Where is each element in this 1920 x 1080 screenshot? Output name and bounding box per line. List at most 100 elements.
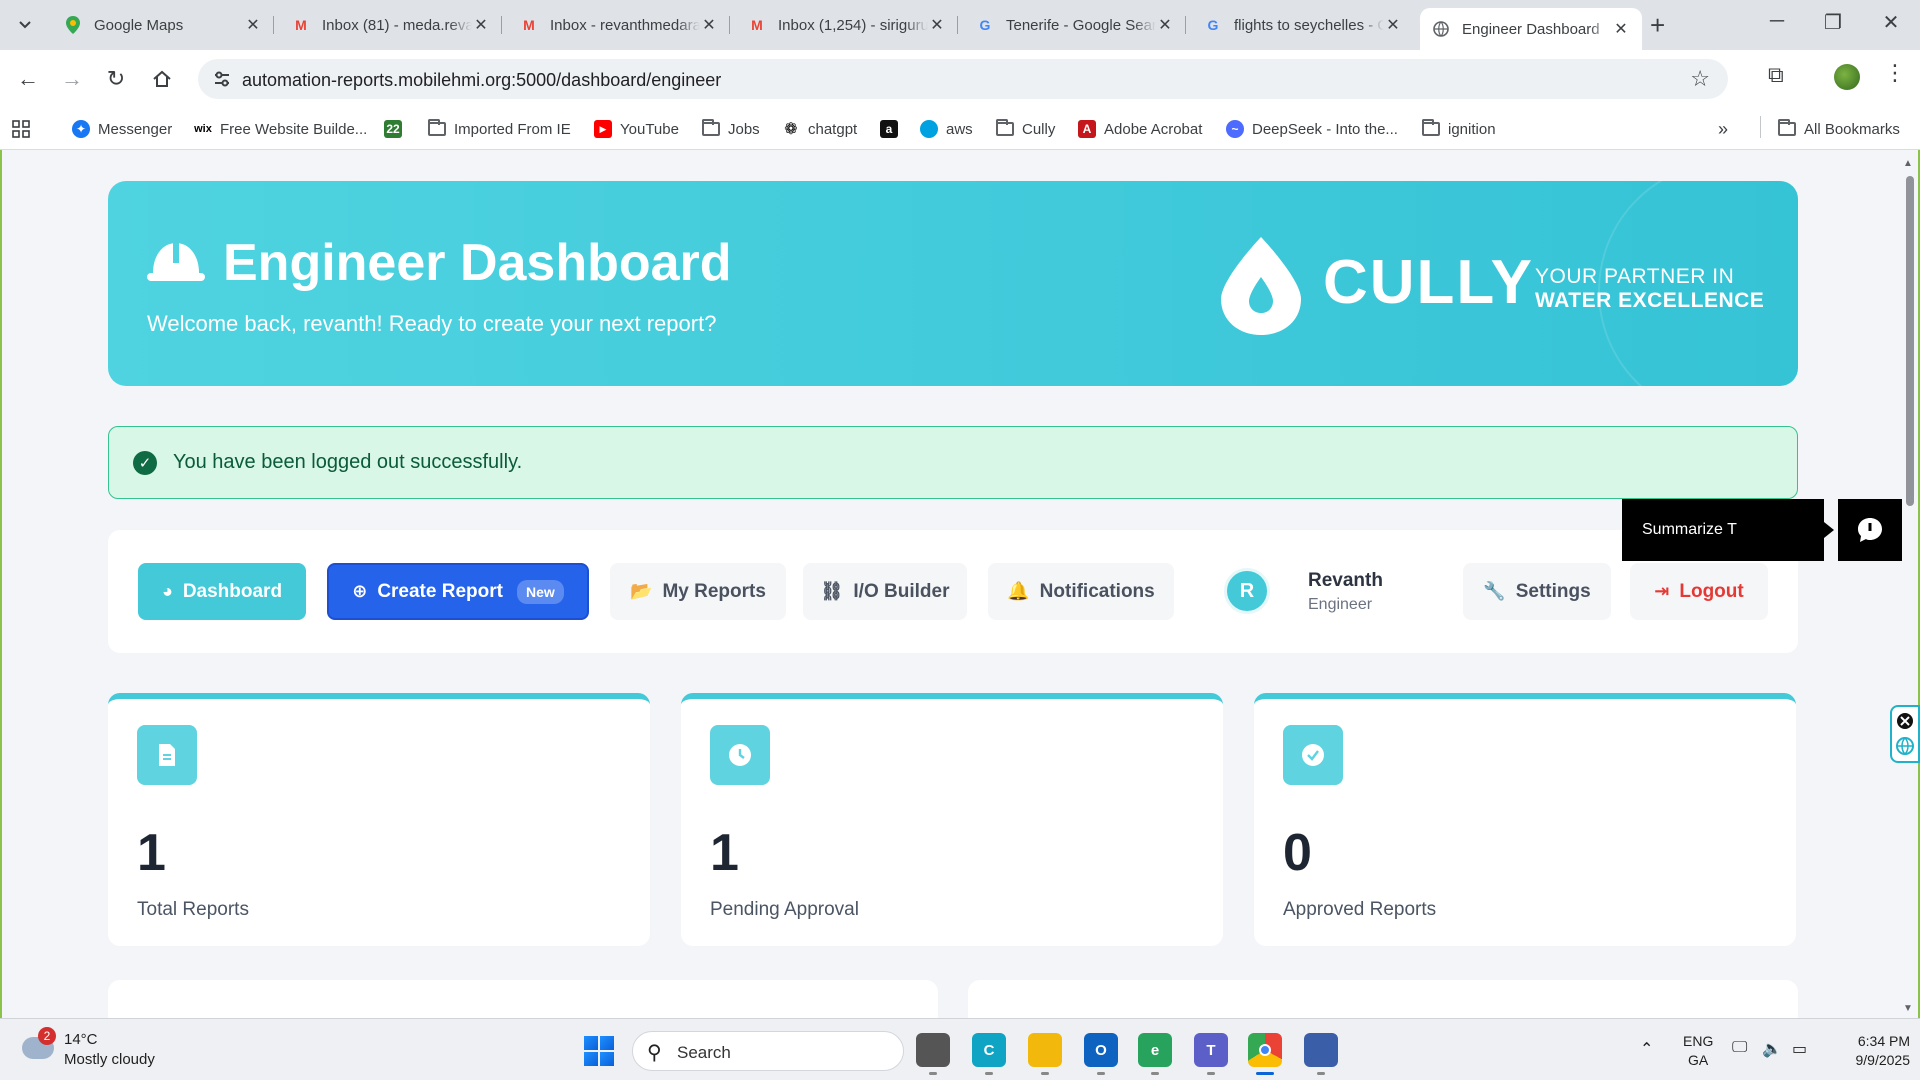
io-builder-button[interactable]: ⛓ I/O Builder (803, 563, 967, 620)
notifications-button[interactable]: 🔔 Notifications (988, 563, 1174, 620)
io-builder-label: I/O Builder (853, 580, 950, 602)
bookmark-wix[interactable]: wix Free Website Builde... (194, 116, 367, 142)
bookmark-messenger[interactable]: ✦ Messenger (72, 116, 172, 142)
app-indicator (985, 1072, 993, 1075)
close-circle-icon[interactable] (1897, 713, 1913, 729)
bookmark-imported-from-ie[interactable]: Imported From IE (428, 116, 571, 142)
close-window-button[interactable]: ✕ (1868, 10, 1914, 35)
tab-google-maps[interactable]: Google Maps ✕ (52, 8, 274, 42)
tab-inbox-1[interactable]: M Inbox (81) - meda.revanth ✕ (280, 8, 502, 42)
user-profile[interactable]: R Revanth Engineer (1224, 568, 1424, 618)
palette-icon: ◕ (161, 581, 173, 601)
language-indicator[interactable]: ENG GA (1683, 1032, 1713, 1070)
globe-icon (1432, 20, 1450, 38)
folder-open-icon: 📂 (630, 581, 653, 601)
tab-flights[interactable]: G flights to seychelles - Goo ✕ (1192, 8, 1414, 42)
scrollbar-thumb[interactable] (1906, 176, 1914, 506)
tab-search-button[interactable] (10, 12, 40, 38)
chrome-icon[interactable] (1248, 1033, 1282, 1075)
stat-card-total-reports: 1 Total Reports (108, 693, 650, 946)
back-button[interactable]: ← (12, 63, 44, 95)
tab-title: flights to seychelles - Goo (1234, 16, 1384, 34)
close-tab-icon[interactable]: ✕ (244, 15, 262, 35)
address-bar[interactable]: automation-reports.mobilehmi.org:5000/da… (198, 59, 1728, 99)
bookmark-chatgpt[interactable]: ❁ chatgpt (782, 116, 857, 142)
bookmark-youtube[interactable]: ▶ YouTube (594, 116, 679, 142)
bookmark-deepseek[interactable]: ~ DeepSeek - Into the... (1226, 116, 1398, 142)
outlook-icon[interactable]: O (1084, 1033, 1118, 1075)
tab-tenerife[interactable]: G Tenerife - Google Search ✕ (964, 8, 1186, 42)
stat-value: 0 (1283, 824, 1312, 882)
user-role: Engineer (1308, 596, 1373, 613)
edge-icon[interactable]: e (1138, 1033, 1172, 1075)
close-tab-icon[interactable]: ✕ (700, 15, 718, 35)
bookmark-cully[interactable]: Cully (996, 116, 1055, 142)
reload-button[interactable]: ↻ (100, 63, 132, 95)
close-tab-icon[interactable]: ✕ (472, 15, 490, 35)
close-tab-icon[interactable]: ✕ (1612, 19, 1630, 39)
create-report-label: Create Report (377, 580, 503, 602)
windows-start-button[interactable] (584, 1036, 614, 1066)
bookmark-star-icon[interactable]: ☆ (1690, 66, 1710, 92)
task-view-icon[interactable] (916, 1033, 950, 1075)
bookmark-aws[interactable]: aws (920, 116, 973, 142)
show-hidden-icons[interactable]: ⌃ (1640, 1039, 1653, 1059)
extensions-icon[interactable]: ⧉ (1768, 62, 1784, 88)
scroll-up-arrow[interactable]: ▲ (1903, 158, 1913, 169)
site-settings-icon[interactable] (212, 69, 232, 89)
chevron-down-icon (19, 21, 31, 29)
youtube-icon: ▶ (594, 120, 612, 138)
profile-avatar[interactable] (1834, 64, 1860, 90)
restore-button[interactable]: ❐ (1810, 10, 1856, 35)
system-clock[interactable]: 6:34 PM 9/9/2025 (1828, 1032, 1911, 1070)
settings-button[interactable]: 🔧 Settings (1463, 563, 1611, 620)
bookmark-amazon[interactable]: a (880, 116, 906, 142)
chat-bubble-icon (1858, 518, 1882, 542)
app-indicator (1041, 1072, 1049, 1075)
dashboard-button[interactable]: ◕ Dashboard (138, 563, 306, 620)
wrench-icon: 🔧 (1483, 581, 1506, 601)
my-reports-label: My Reports (662, 580, 766, 602)
stat-card-approved-reports: 0 Approved Reports (1254, 693, 1796, 946)
translate-icon[interactable] (1896, 737, 1914, 755)
close-tab-icon[interactable]: ✕ (1156, 15, 1174, 35)
more-bookmarks-icon[interactable]: » (1718, 116, 1728, 142)
stat-value: 1 (137, 824, 166, 882)
summarize-button[interactable] (1838, 499, 1902, 561)
home-button[interactable] (146, 63, 178, 95)
bookmark-adobe-acrobat[interactable]: A Adobe Acrobat (1078, 116, 1202, 142)
tab-title: Inbox - revanthmedarametla (550, 16, 700, 34)
bookmark-ignition[interactable]: ignition (1422, 116, 1496, 142)
taskbar-search[interactable]: ⚲ Search (632, 1031, 904, 1071)
apps-grid-icon[interactable] (12, 116, 30, 142)
logout-button[interactable]: ⇥ Logout (1630, 563, 1768, 620)
bookmark-calendar[interactable]: 22 (384, 116, 410, 142)
copilot-icon[interactable]: C (972, 1033, 1006, 1075)
battery-icon[interactable]: ▭ (1792, 1039, 1807, 1059)
file-explorer-icon[interactable] (1028, 1033, 1062, 1075)
forward-button[interactable]: → (56, 63, 88, 95)
chrome-menu-icon[interactable]: ⋮ (1884, 60, 1906, 86)
close-tab-icon[interactable]: ✕ (1384, 15, 1402, 35)
my-reports-button[interactable]: 📂 My Reports (610, 563, 786, 620)
bookmark-label: Jobs (728, 120, 760, 138)
teams-icon[interactable]: T (1194, 1033, 1228, 1075)
volume-icon[interactable]: 🔈 (1762, 1039, 1782, 1059)
all-bookmarks-button[interactable]: All Bookmarks (1778, 116, 1900, 142)
new-tab-button[interactable]: + (1650, 12, 1665, 38)
tab-inbox-3[interactable]: M Inbox (1,254) - siriguru ✕ (736, 8, 958, 42)
minimize-button[interactable]: ─ (1754, 10, 1800, 33)
tab-engineer-dashboard[interactable]: Engineer Dashboard ✕ (1420, 8, 1642, 50)
network-icon[interactable]: 🖵 (1732, 1039, 1747, 1057)
create-report-button[interactable]: ⊕ Create Report New (327, 563, 589, 620)
lang-line-1: ENG (1683, 1033, 1714, 1049)
bookmark-jobs[interactable]: Jobs (702, 116, 760, 142)
bookmark-label: Imported From IE (454, 120, 571, 138)
page-scrollbar[interactable]: ▲ ▼ (1902, 158, 1916, 1014)
summarize-tooltip[interactable]: Summarize T (1622, 499, 1824, 561)
close-tab-icon[interactable]: ✕ (928, 15, 946, 35)
remote-desktop-icon[interactable] (1304, 1033, 1338, 1075)
scroll-down-arrow[interactable]: ▼ (1903, 1003, 1913, 1014)
tab-inbox-2[interactable]: M Inbox - revanthmedarametla ✕ (508, 8, 730, 42)
tab-title: Engineer Dashboard (1462, 20, 1600, 38)
